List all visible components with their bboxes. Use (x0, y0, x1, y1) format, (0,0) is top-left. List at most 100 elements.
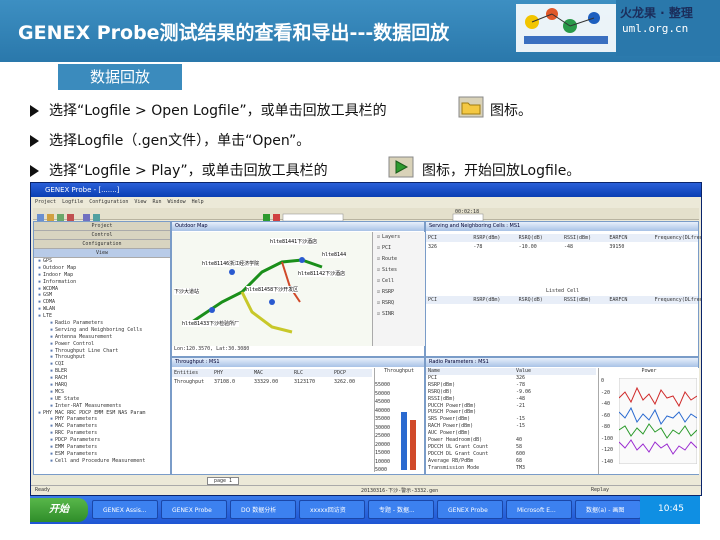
menu-view[interactable]: View (134, 199, 146, 205)
tab-configuration[interactable]: Configuration (34, 240, 170, 249)
legend-item[interactable]: ☑ Layers (373, 232, 425, 243)
tree-item[interactable]: ▪ Throughput Line Chart (34, 348, 170, 355)
throughput-axis-tick: 25000 (375, 433, 391, 439)
taskbar-item[interactable]: 数据(a) - 画图 (575, 500, 641, 519)
tree-item[interactable]: ▪ GSM (34, 292, 170, 299)
checkbox-icon: ☑ (377, 267, 381, 273)
tab-control[interactable]: Control (34, 231, 170, 240)
legend-item[interactable]: ☑ Cell (373, 276, 425, 287)
tree-item[interactable]: ▪ PHY Parameters (34, 416, 170, 423)
tree-item[interactable]: ▪ RRC Parameters (34, 430, 170, 437)
map-label: 下沙大道站 (174, 288, 200, 295)
listed-header-cell: RSRQ(dB) (518, 297, 543, 303)
serving-data-row: 326 -78 -10.00 -48 39150 (426, 243, 698, 251)
menu-project[interactable]: Project (35, 199, 56, 205)
throughput-axis-tick: 50000 (375, 390, 391, 397)
checkbox-icon: ☑ (377, 256, 381, 262)
menu-window[interactable]: Window (168, 199, 186, 205)
legend-item[interactable]: ☑ SINR (373, 309, 425, 320)
taskbar-item[interactable]: GENEX Assis... (92, 500, 158, 519)
checkbox-icon: ☑ (377, 289, 381, 295)
tree-item[interactable]: ▪ PHY MAC RRC PDCP EMM ESM NAS Param (34, 410, 170, 417)
tree-item[interactable]: ▪ GPS (34, 258, 170, 265)
bullet-arrow-icon (30, 105, 39, 117)
legend-item[interactable]: ☑ PCI (373, 243, 425, 254)
map-label: hlte81433下沙检验所厂 (182, 320, 240, 327)
tree-item[interactable]: ▪ Antenna Measurement (34, 334, 170, 341)
tree-item[interactable]: ▪ Cell and Procedure Measurement (34, 458, 170, 465)
cells-panel-title: Serving and Neighboring Cells : MS1 (426, 222, 698, 231)
taskbar-item[interactable]: DO 数据分析 (230, 500, 296, 519)
tree-item[interactable]: ▪ MAC Parameters (34, 423, 170, 430)
menu-configuration[interactable]: Configuration (89, 199, 128, 205)
tree-item[interactable]: ▪ EMM Parameters (34, 444, 170, 451)
tree-item[interactable]: ▪ RACH (34, 375, 170, 382)
tree-node-icon: ▪ (50, 450, 54, 457)
step-3: 选择“Logfile > Play”，或单击回放工具栏的 (30, 160, 328, 180)
taskbar-item[interactable]: GENEX Probe (161, 500, 227, 519)
tree-item-label: Serving and Neighboring Cells (55, 326, 143, 333)
taskbar-item[interactable]: xxxxx回访资 (299, 500, 365, 519)
taskbar-item[interactable]: GENEX Probe (437, 500, 503, 519)
throughput-header-row: Entities PHY MAC RLC PDCP (172, 369, 372, 377)
taskbar-item[interactable]: 专题 - 数据... (368, 500, 434, 519)
radio-row: PCI 326 (426, 375, 596, 382)
radio-row: PDCCH DL Grant Count 600 (426, 451, 596, 458)
throughput-axis-tick: 10000 (375, 458, 391, 465)
legend-item[interactable]: ☑ RSRP (373, 287, 425, 298)
tree-item[interactable]: ▪ Outdoor Map (34, 265, 170, 272)
tree-item[interactable]: ▪ BLER (34, 368, 170, 375)
logo-url: uml.org.cn (622, 22, 689, 35)
tree-item[interactable]: ▪ WCDMA (34, 286, 170, 293)
tree-item[interactable]: ▪ LTE (34, 313, 170, 320)
tab-page-1[interactable]: page 1 (207, 477, 240, 485)
play-icon (388, 156, 414, 178)
tree-item[interactable]: ▪ PDCP Parameters (34, 437, 170, 444)
menu-logfile[interactable]: Logfile (62, 199, 83, 205)
start-button[interactable]: 开始 (30, 498, 88, 522)
legend-item[interactable]: ☑ Sites (373, 265, 425, 276)
tree-item[interactable]: ▪ Indoor Map (34, 272, 170, 279)
radio-row: PUSCH Power(dBm) (426, 409, 596, 416)
genex-probe-window: GENEX Probe - [.......] Project Logfile … (30, 182, 702, 496)
listed-header-cell: Frequency(DLfreq(Hz)) (654, 297, 701, 303)
menu-run[interactable]: Run (152, 199, 161, 205)
taskbar-item[interactable]: Microsoft E... (506, 500, 572, 519)
tree-item[interactable]: ▪ Throughput (34, 354, 170, 361)
legend-item[interactable]: ☑ RSRQ (373, 298, 425, 309)
toolbar (33, 208, 699, 222)
tree-item-label: Indoor Map (43, 271, 74, 278)
map-label: hlte81441下沙酒店 (270, 238, 318, 245)
tree-item[interactable]: ▪ Inter-RAT Measurements (34, 403, 170, 410)
legend-item[interactable]: ☑ Route (373, 254, 425, 265)
listed-cell-label: Listed Cell (546, 288, 580, 294)
radio-row: Average RB/PdBm 68 (426, 458, 596, 465)
menu-help[interactable]: Help (192, 199, 204, 205)
radio-row: SRS Power(dBm) -15 (426, 416, 596, 423)
tree-item[interactable]: ▪ Information (34, 279, 170, 286)
tree-item[interactable]: ▪ Power Control (34, 341, 170, 348)
tree-item[interactable]: ▪ Serving and Neighboring Cells (34, 327, 170, 334)
tree-node-icon: ▪ (50, 444, 54, 451)
radio-row: RACH Power(dBm) -15 (426, 423, 596, 430)
throughput-header-cell: RLC (294, 370, 304, 376)
tab-view[interactable]: View (34, 249, 170, 258)
legend-label: Sites (382, 267, 398, 273)
power-axis-tick: -80 (601, 424, 611, 430)
tree-item[interactable]: ▪ MCS (34, 389, 170, 396)
throughput-axis-tick: 40000 (375, 407, 391, 414)
tree-item[interactable]: ▪ UE State (34, 396, 170, 403)
tree-node-icon: ▪ (50, 368, 54, 375)
tree-item[interactable]: ▪ CQI (34, 361, 170, 368)
tree-item-label: CQI (55, 361, 65, 368)
tree-item[interactable]: ▪ CDMA (34, 299, 170, 306)
tree-item[interactable]: ▪ HARQ (34, 382, 170, 389)
open-logfile-icon (458, 96, 484, 118)
tree-item[interactable]: ▪ ESM Parameters (34, 451, 170, 458)
navigator-panel: Project Control Configuration View ▪ GPS ▪… (33, 221, 171, 475)
tree-item[interactable]: ▪ Radio Parameters (34, 320, 170, 327)
tab-project[interactable]: Project (34, 222, 170, 231)
tree-item[interactable]: ▪ WLAN (34, 306, 170, 313)
tree-item-label: EMM Parameters (55, 444, 98, 451)
radio-row: AUC Power(dBm) (426, 430, 596, 437)
